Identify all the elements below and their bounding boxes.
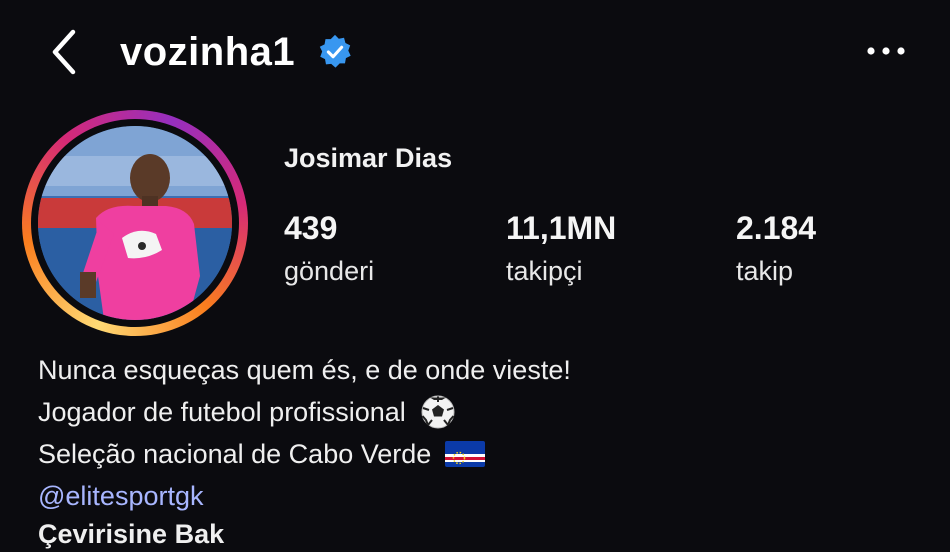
following-label: takip bbox=[736, 256, 794, 286]
bio-line: Seleção nacional de Cabo Verde bbox=[38, 433, 918, 475]
bio-line-2: Jogador de futebol profissional bbox=[38, 397, 406, 427]
followers-count: 11,1MN bbox=[506, 210, 617, 246]
profile-photo bbox=[38, 126, 232, 320]
stat-following[interactable]: 2.184 takip bbox=[736, 208, 816, 290]
posts-count: 439 bbox=[284, 210, 338, 246]
profile-username: vozinha1 bbox=[120, 30, 296, 74]
bio-line-1: Nunca esqueças quem és, e de onde vieste… bbox=[38, 355, 571, 385]
more-options-button[interactable] bbox=[864, 36, 908, 66]
verified-badge-icon bbox=[319, 34, 351, 68]
see-translation-button[interactable]: Çevirisine Bak bbox=[38, 516, 224, 552]
profile-header: vozinha1 bbox=[0, 0, 950, 105]
bio-line-3: Seleção nacional de Cabo Verde bbox=[38, 439, 432, 469]
back-button[interactable] bbox=[44, 26, 84, 78]
following-count: 2.184 bbox=[736, 210, 817, 246]
bio-mention-link[interactable]: @elitesportgk bbox=[38, 475, 918, 517]
stat-followers[interactable]: 11,1MN takipçi bbox=[506, 208, 616, 290]
story-ring[interactable] bbox=[22, 110, 248, 336]
soccer-ball-icon bbox=[421, 395, 455, 429]
more-horizontal-icon bbox=[867, 47, 905, 55]
stat-posts[interactable]: 439 gönderi bbox=[284, 208, 374, 290]
cape-verde-flag-icon bbox=[445, 441, 486, 467]
profile-bio: Nunca esqueças quem és, e de onde vieste… bbox=[38, 349, 918, 517]
avatar bbox=[38, 126, 232, 320]
bio-line: Nunca esqueças quem és, e de onde vieste… bbox=[38, 349, 918, 391]
followers-label: takipçi bbox=[506, 256, 583, 286]
bio-link-text: @elitesportgk bbox=[38, 481, 204, 511]
profile-full-name: Josimar Dias bbox=[284, 143, 453, 173]
chevron-left-icon bbox=[52, 29, 76, 75]
posts-label: gönderi bbox=[284, 256, 375, 286]
bio-line: Jogador de futebol profissional bbox=[38, 391, 918, 433]
